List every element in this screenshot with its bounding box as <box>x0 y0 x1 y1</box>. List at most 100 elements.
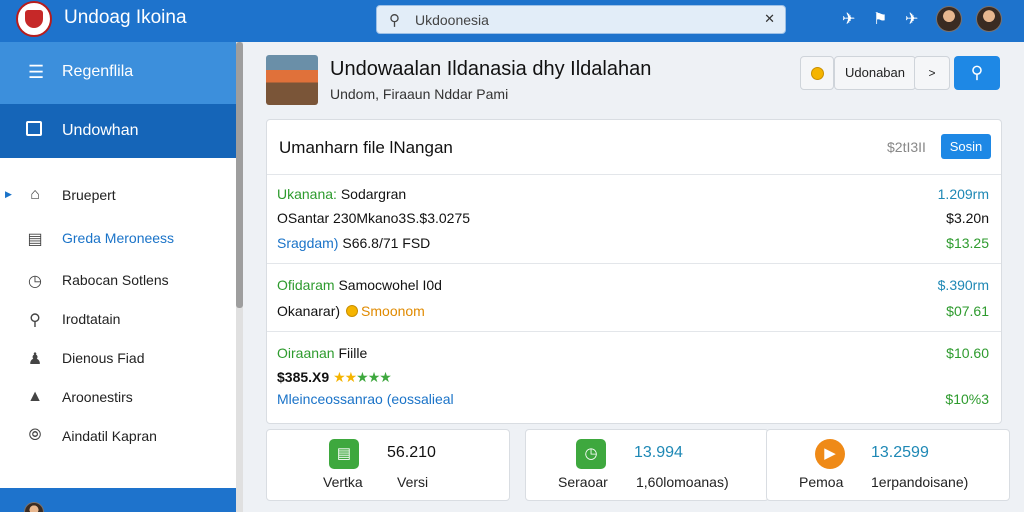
coin-icon <box>346 305 359 317</box>
sidebar-item-active[interactable]: Undowhan <box>0 104 236 158</box>
item-text: S66.8/71 FSD <box>342 235 431 251</box>
document-icon: ▤ <box>329 439 359 469</box>
search-icon: ⚲ <box>29 312 41 329</box>
item-label: Oiraanan <box>277 345 335 361</box>
sidebar-footer[interactable] <box>0 488 236 512</box>
item-text: Fiille <box>338 345 368 361</box>
page-subtitle: Undom, Firaaun Nddar Pami <box>330 86 509 102</box>
sidebar-item-label: Aroonestirs <box>62 389 133 405</box>
sidebar-item-home[interactable]: ▶ ⌂ Bruepert <box>0 177 236 213</box>
item-link[interactable]: Sragdam) <box>277 235 338 251</box>
user-avatar-2[interactable] <box>976 6 1002 32</box>
list-item[interactable]: Oiraanan Fiille <box>277 345 367 361</box>
search-input[interactable] <box>415 10 735 30</box>
sidebar-item-reports[interactable]: ◷ Rabocan Sotlens <box>0 262 236 298</box>
plane-icon-2[interactable]: ✈ <box>905 9 918 29</box>
divider <box>267 331 1001 332</box>
app-title: Undoag Ikoina <box>64 7 187 28</box>
item-value: $07.61 <box>946 303 989 319</box>
compass-icon: ⦾ <box>28 427 42 444</box>
sidebar: ☰ Regenflila Undowhan ▶ ⌂ Bruepert ▤ Gre… <box>0 42 236 512</box>
item-detail-row: $385.X9 ★★★★★ <box>277 369 392 386</box>
sidebar-item-documents[interactable]: ▤ Greda Meroneess <box>0 220 236 256</box>
stat-sub: 1,60lomoanas) <box>636 474 729 490</box>
language-button[interactable]: Udonaban <box>834 56 916 90</box>
bell-alert-icon[interactable]: ⚑ <box>873 9 887 29</box>
item-text: Samocwohel I0d <box>338 277 442 293</box>
sidebar-scrollbar[interactable] <box>236 42 243 512</box>
card-title: Umanharn file lNangan <box>279 138 453 157</box>
coin-icon <box>811 67 824 80</box>
chart-icon: ◷ <box>576 439 606 469</box>
item-detail-row: Okanarar) Smoonom <box>277 303 425 319</box>
card-action-button[interactable]: Sosin <box>941 134 991 159</box>
sidebar-item-explore[interactable]: ⦾ Aindatil Kapran <box>0 418 236 454</box>
item-price: $385.X9 <box>277 369 330 385</box>
divider <box>267 263 1001 264</box>
stat-card-server[interactable]: ◷ 13.994 Seraoar 1,60lomoanas) <box>525 429 769 501</box>
sidebar-item-users[interactable]: ♟ Dienous Fiad <box>0 340 236 376</box>
stat-label: Pemoa <box>799 474 844 490</box>
sidebar-item-label: Rabocan Sotlens <box>62 272 169 288</box>
stat-value: 13.994 <box>634 444 683 461</box>
plane-icon[interactable]: ✈ <box>842 9 855 29</box>
footer-avatar <box>24 502 44 512</box>
users-icon: ♟ <box>27 351 43 368</box>
stat-card-usage[interactable]: ▶ 13.2599 Pemoa 1erpandoisane) <box>766 429 1010 501</box>
stat-label: Seraoar <box>558 474 608 490</box>
scroll-thumb[interactable] <box>236 42 243 308</box>
item-value: 1.209rm <box>937 186 989 202</box>
sidebar-item-label: Greda Meroneess <box>62 230 175 246</box>
search-button[interactable]: ⚲ <box>954 56 1000 90</box>
search-icon: ⚲ <box>970 63 984 82</box>
item-text: Sodargran <box>340 186 407 202</box>
sidebar-header-label: Regenflila <box>62 63 134 80</box>
clear-icon[interactable]: ✕ <box>764 11 775 27</box>
menu-icon: ☰ <box>28 62 45 82</box>
sidebar-item-label: Irodtatain <box>62 311 121 327</box>
item-label: Ukanana: <box>277 186 337 202</box>
analytics-icon: ▲ <box>27 388 43 405</box>
list-item[interactable]: Ukanana: Sodargran <box>277 186 406 202</box>
stat-card-versions[interactable]: ▤ 56.210 Vertka Versi <box>266 429 510 501</box>
search-bar[interactable]: ⚲ ✕ <box>376 5 786 34</box>
next-button[interactable]: > <box>914 56 950 90</box>
sidebar-item-search[interactable]: ⚲ Irodtatain <box>0 301 236 337</box>
item-label: Ofidaram <box>277 277 335 293</box>
chart-icon: ◷ <box>28 273 42 290</box>
header-thumbnail <box>266 55 318 105</box>
divider <box>267 174 1001 175</box>
search-icon: ⚲ <box>389 12 400 29</box>
folder-icon <box>26 121 42 136</box>
item-value: $10%3 <box>945 391 989 407</box>
file-card: Umanharn file lNangan $2tI3II Sosin Ukan… <box>266 119 1002 424</box>
sidebar-item-label: Undowhan <box>62 122 139 139</box>
item-badge: Smoonom <box>361 303 425 319</box>
card-total: $2tI3II <box>887 139 926 155</box>
item-value: $10.60 <box>946 345 989 361</box>
play-icon: ▶ <box>815 439 845 469</box>
stat-label: Vertka <box>323 474 363 490</box>
coin-button[interactable] <box>800 56 834 90</box>
sidebar-item-label: Bruepert <box>62 187 116 203</box>
rating-stars-icon: ★★★★★ <box>333 369 392 385</box>
item-value: $13.25 <box>946 235 989 251</box>
stat-sub: 1erpandoisane) <box>871 474 969 490</box>
item-link[interactable]: Mleinceossanrao (eossalieal <box>277 391 454 407</box>
stat-value: 56.210 <box>387 444 436 461</box>
list-item[interactable]: Ofidaram Samocwohel I0d <box>277 277 442 293</box>
home-icon: ⌂ <box>30 186 40 203</box>
user-avatar[interactable] <box>936 6 962 32</box>
sidebar-item-label: Aindatil Kapran <box>62 428 157 444</box>
sidebar-item-analytics[interactable]: ▲ Aroonestirs <box>0 379 236 415</box>
top-bar: Undoag Ikoina ⚲ ✕ ✈ ⚑ ✈ <box>0 0 1024 42</box>
sidebar-header[interactable]: ☰ Regenflila <box>0 42 236 104</box>
document-icon: ▤ <box>27 231 43 248</box>
stat-sub: Versi <box>397 474 429 490</box>
logo-emblem <box>25 10 43 28</box>
item-detail: OSantar 230Mkano3S.$3.0275 <box>277 210 471 226</box>
app-logo[interactable] <box>16 1 52 37</box>
page-title: Undowaalan Ildanasia dhy Ildalahan <box>330 58 652 80</box>
stat-value: 13.2599 <box>871 444 929 461</box>
item-value: $.390rm <box>937 277 989 293</box>
